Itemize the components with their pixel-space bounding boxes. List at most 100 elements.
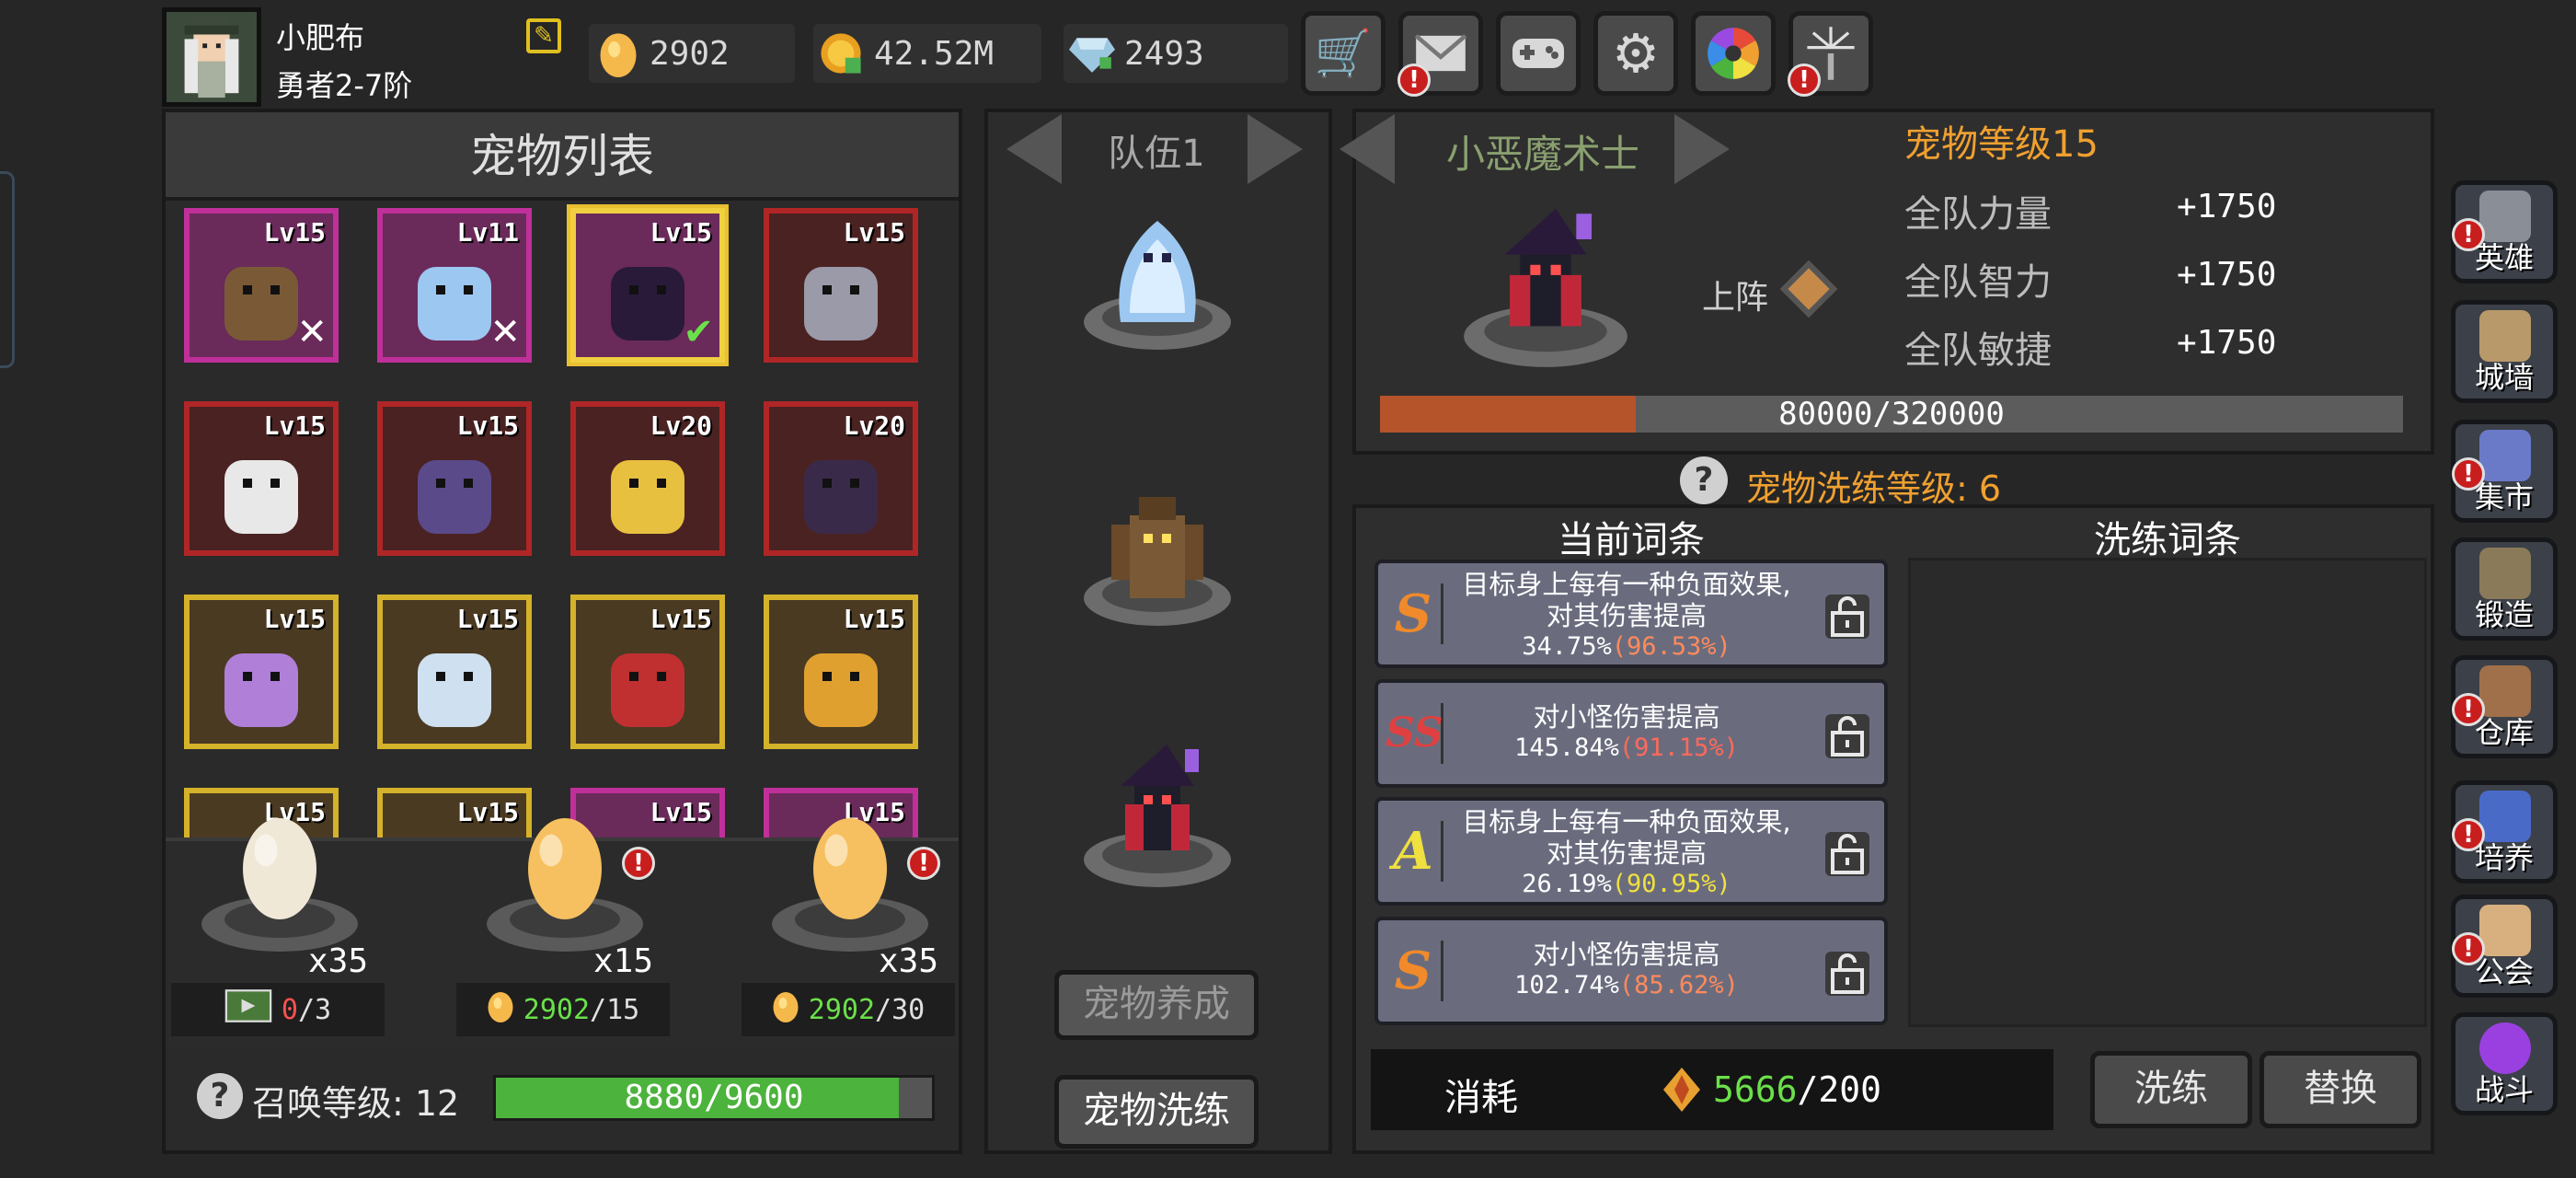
gamepad-button[interactable] (1496, 11, 1581, 96)
aperture-icon (1708, 28, 1759, 79)
side-menu-label: 培养 (2474, 840, 2534, 875)
side-menu-label: 英雄 (2474, 240, 2534, 275)
pet-grid: Lv15 ✕ Lv11 ✕ Lv15 ✔ Lv15 Lv15 Lv15 Lv20 Lv20 Lv15 L… (166, 197, 959, 837)
team-slot-2[interactable] (1075, 469, 1240, 635)
affix-value-line: 102.74%(85.62%) (1443, 970, 1811, 1001)
ice-ghost-pet-icon (1084, 221, 1231, 350)
imp-warlock-pet-icon (1084, 745, 1231, 887)
affix-line1: 目标身上每有一种负面效果, (1462, 569, 1791, 600)
pet-next-arrow[interactable] (1674, 114, 1730, 184)
avatar-portrait-icon (167, 12, 257, 102)
pet-card[interactable]: Lv20 (570, 401, 725, 556)
pet-refine-tab-button[interactable]: 宠物洗练 (1054, 1075, 1259, 1149)
shop-cart-button[interactable]: 🛒 (1301, 11, 1386, 96)
egg-coin-icon (487, 988, 514, 1031)
pet-card[interactable]: Lv15 ✕ (184, 208, 339, 363)
side-menu-label: 集市 (2474, 479, 2534, 514)
pet-card[interactable]: Lv15 (377, 401, 532, 556)
pet-exp-text: 80000/320000 (1778, 396, 2005, 433)
pet-card[interactable]: Lv20 (764, 401, 918, 556)
pet-card[interactable]: Lv15 (184, 401, 339, 556)
refine-button[interactable]: 洗练 (2090, 1051, 2252, 1128)
replace-button[interactable]: 替换 (2260, 1051, 2421, 1128)
pet-portrait (1454, 193, 1638, 377)
unlock-icon[interactable] (1825, 595, 1869, 639)
side-menu-anvil[interactable]: 锻造 (2451, 537, 2558, 641)
treant-pet-icon (1084, 497, 1231, 626)
egg-cost: 2902/30 (742, 983, 955, 1036)
cart-icon: 🛒 (1314, 26, 1373, 80)
pet-creature-icon (611, 653, 684, 727)
mail-button[interactable]: ! (1397, 11, 1483, 97)
egg-cost-current: 2902 (523, 993, 591, 1026)
stat-label: 全队力量 (1904, 193, 2052, 236)
affix-row[interactable]: S 目标身上每有一种负面效果, 对其伤害提高 34.75%(96.53%) (1374, 560, 1888, 668)
affix-text: 对小怪伤害提高 145.84%(91.15%) (1443, 701, 1811, 764)
pet-nurture-button[interactable]: 宠物养成 (1054, 970, 1259, 1040)
side-menu-trophy[interactable]: ! 培养 (2451, 780, 2558, 884)
unlock-icon[interactable] (1825, 832, 1869, 876)
affix-value-line: 26.19%(90.95%) (1443, 869, 1811, 900)
affix-line1: 对小怪伤害提高 (1533, 939, 1720, 970)
side-menu-portal[interactable]: 战斗 (2451, 1012, 2558, 1115)
side-menu-guild[interactable]: ! 公会 (2451, 895, 2558, 998)
summon-progress-bar: 8880/9600 (493, 1075, 935, 1121)
summon-egg[interactable]: x35 (197, 814, 368, 985)
fireworks-button[interactable]: ! (1788, 11, 1873, 97)
pet-card[interactable]: Lv15 (570, 595, 725, 749)
gold-currency: 42.52M (813, 24, 1041, 83)
team-next-arrow[interactable] (1248, 114, 1303, 184)
side-menu-helmet[interactable]: ! 英雄 (2451, 180, 2558, 283)
affix-row[interactable]: S 对小怪伤害提高 102.74%(85.62%) (1374, 917, 1888, 1025)
summon-egg[interactable]: ! x15 (482, 814, 655, 985)
side-menu-warehouse[interactable]: ! 仓库 (2451, 655, 2558, 758)
affix-line1: 目标身上每有一种负面效果, (1462, 806, 1791, 837)
diamond-icon (1069, 38, 1115, 73)
pet-card[interactable]: Lv11 ✕ (377, 208, 532, 363)
mail-alert-badge: ! (1397, 64, 1431, 97)
gamepad-icon (1512, 39, 1564, 68)
pet-creature-icon (224, 460, 298, 534)
affix-row[interactable]: SS 对小怪伤害提高 145.84%(91.15%) (1374, 679, 1888, 788)
egg-pedestal-icon (201, 818, 358, 952)
egg-currency-value: 2902 (650, 34, 730, 73)
pet-prev-arrow[interactable] (1340, 114, 1395, 184)
affix-grade: A (1386, 821, 1443, 882)
refine-help-icon[interactable]: ? (1680, 456, 1728, 504)
pet-card[interactable]: Lv15 (377, 595, 532, 749)
side-menu-market[interactable]: ! 集市 (2451, 420, 2558, 523)
affix-value: 34.75% (1522, 632, 1612, 661)
affix-value: 26.19% (1522, 870, 1612, 898)
edit-name-icon[interactable]: ✎ (526, 18, 561, 53)
affix-max: (90.95%) (1611, 870, 1731, 898)
unlock-icon[interactable] (1825, 714, 1869, 758)
affix-line2: 对其伤害提高 (1546, 600, 1707, 631)
summon-help-icon[interactable]: ? (197, 1073, 243, 1119)
camera-button[interactable] (1691, 11, 1776, 96)
settings-button[interactable]: ⚙ (1593, 11, 1678, 96)
affix-value: 145.84% (1514, 733, 1619, 762)
egg-currency: 2902 (589, 24, 795, 83)
current-affix-header: 当前词条 (1558, 519, 1705, 561)
summon-progress-text: 8880/9600 (624, 1079, 804, 1116)
egg-coin-icon (772, 988, 799, 1031)
egg-cost-total: /30 (875, 993, 926, 1026)
egg-cost: 2902/15 (456, 983, 670, 1036)
pet-card[interactable]: Lv15 (184, 595, 339, 749)
unlock-icon[interactable] (1825, 952, 1869, 996)
pet-card[interactable]: Lv15 ✔ (570, 208, 725, 363)
summon-egg[interactable]: ! x35 (767, 814, 940, 985)
side-menu-castle-wall[interactable]: 城墙 (2451, 300, 2558, 403)
team-slot-3[interactable] (1075, 731, 1240, 896)
egg-cost-total: /3 (297, 993, 332, 1026)
egg-cost-total: /15 (590, 993, 640, 1026)
pet-card[interactable]: Lv15 (764, 208, 918, 363)
avatar[interactable] (162, 7, 261, 107)
edge-drawer-tab[interactable] (0, 171, 15, 368)
team-prev-arrow[interactable] (1006, 114, 1062, 184)
affix-row[interactable]: A 目标身上每有一种负面效果, 对其伤害提高 26.19%(90.95%) (1374, 797, 1888, 906)
pet-card[interactable]: Lv15 (764, 595, 918, 749)
team-slot-1[interactable] (1075, 193, 1240, 359)
stat-label: 全队智力 (1904, 261, 2052, 304)
refine-cost-value: 5666/200 (1713, 1069, 1881, 1110)
